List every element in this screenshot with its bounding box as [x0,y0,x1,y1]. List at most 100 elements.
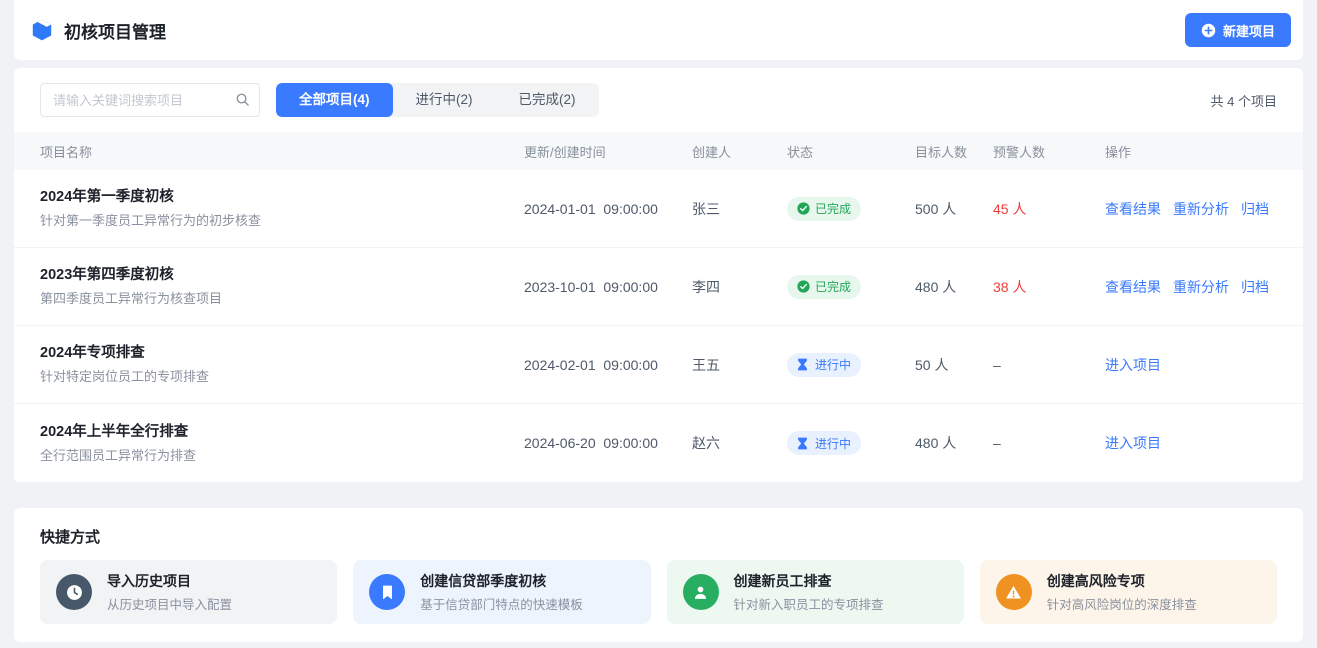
target-count: 500 人 [915,199,993,219]
search-icon[interactable] [235,92,250,107]
col-header-target: 目标人数 [915,142,993,161]
shortcut-card[interactable]: 创建高风险专项 针对高风险岗位的深度排查 [980,560,1277,624]
warning-count: – [993,357,1105,373]
col-header-warning: 预警人数 [993,142,1105,161]
page-title: 初核项目管理 [64,18,166,43]
project-desc: 第四季度员工异常行为核查项目 [40,290,524,308]
col-header-creator: 创建人 [692,142,787,161]
row-actions: 查看结果重新分析归档 [1105,277,1277,297]
tab-completed[interactable]: 已完成(2) [496,83,599,117]
action-link[interactable]: 归档 [1241,277,1269,297]
project-time: 2024-01-01 09:00:00 [524,201,692,217]
col-header-status: 状态 [787,142,915,161]
action-link[interactable]: 查看结果 [1105,277,1161,297]
shortcut-icon-circle [56,574,92,610]
action-link[interactable]: 查看结果 [1105,199,1161,219]
shortcut-desc: 基于信贷部门特点的快速模板 [420,594,583,613]
col-header-name: 项目名称 [40,142,524,161]
shortcut-card[interactable]: 导入历史项目 从历史项目中导入配置 [40,560,337,624]
plus-circle-icon [1201,23,1216,38]
table-row: 2024年第一季度初核 针对第一季度员工异常行为的初步核查 2024-01-01… [14,170,1303,248]
shortcut-title: 导入历史项目 [107,571,232,591]
total-count: 共 4 个项目 [1211,91,1277,110]
col-header-time: 更新/创建时间 [524,142,692,161]
toolbar: 全部项目(4) 进行中(2) 已完成(2) 共 4 个项目 [14,68,1303,132]
project-desc: 针对第一季度员工异常行为的初步核查 [40,212,524,230]
action-link[interactable]: 进入项目 [1105,355,1161,375]
bookmark-icon [379,584,396,601]
clock-icon [66,584,83,601]
shortcut-title: 创建高风险专项 [1047,571,1197,591]
project-name: 2024年专项排查 [40,343,524,363]
table-row: 2023年第四季度初核 第四季度员工异常行为核查项目 2023-10-01 09… [14,248,1303,326]
tab-in-progress[interactable]: 进行中(2) [393,83,496,117]
shortcuts-panel: 快捷方式 导入历史项目 从历史项目中导入配置 [14,508,1303,642]
project-time: 2023-10-01 09:00:00 [524,279,692,295]
action-link[interactable]: 进入项目 [1105,433,1161,453]
warning-count: 45 人 [993,199,1105,219]
shortcut-card[interactable]: 创建信贷部季度初核 基于信贷部门特点的快速模板 [353,560,650,624]
col-header-actions: 操作 [1105,142,1277,161]
target-count: 50 人 [915,355,993,375]
shortcut-desc: 从历史项目中导入配置 [107,594,232,613]
row-actions: 进入项目 [1105,433,1277,453]
project-name: 2024年上半年全行排查 [40,422,524,442]
shortcuts-grid: 导入历史项目 从历史项目中导入配置 创建信贷部季度初核 [40,560,1277,624]
warning-count: 38 人 [993,277,1105,297]
project-tabs: 全部项目(4) 进行中(2) 已完成(2) [276,83,599,117]
projects-panel: 全部项目(4) 进行中(2) 已完成(2) 共 4 个项目 项目名称 更新/创建… [14,68,1303,482]
shortcut-title: 创建信贷部季度初核 [420,571,583,591]
project-creator: 王五 [692,355,787,375]
action-link[interactable]: 重新分析 [1173,199,1229,219]
project-creator: 李四 [692,277,787,297]
status-badge: 进行中 [787,431,861,455]
project-desc: 全行范围员工异常行为排查 [40,447,524,465]
status-badge: 已完成 [787,197,861,221]
action-link[interactable]: 重新分析 [1173,277,1229,297]
target-count: 480 人 [915,277,993,297]
project-creator: 赵六 [692,433,787,453]
status-label: 已完成 [815,278,851,295]
status-check-icon [797,202,810,215]
project-creator: 张三 [692,199,787,219]
warning-count: – [993,435,1105,451]
shortcut-icon-circle [683,574,719,610]
shortcut-desc: 针对新入职员工的专项排查 [734,594,884,613]
status-check-icon [797,280,810,293]
table-body: 2024年第一季度初核 针对第一季度员工异常行为的初步核查 2024-01-01… [14,170,1303,482]
table-row: 2024年专项排查 针对特定岗位员工的专项排查 2024-02-01 09:00… [14,326,1303,404]
search-box [40,83,260,117]
search-input[interactable] [40,83,260,117]
table-row: 2024年上半年全行排查 全行范围员工异常行为排查 2024-06-20 09:… [14,404,1303,482]
shortcuts-title: 快捷方式 [40,526,1277,547]
shortcut-card[interactable]: 创建新员工排查 针对新入职员工的专项排查 [667,560,964,624]
warning-icon [1005,584,1022,601]
row-actions: 进入项目 [1105,355,1277,375]
shortcut-icon-circle [996,574,1032,610]
tab-all-projects[interactable]: 全部项目(4) [276,83,393,117]
project-name: 2024年第一季度初核 [40,187,524,207]
new-project-button[interactable]: 新建项目 [1185,13,1291,47]
app-logo-cube-icon [30,18,54,42]
status-label: 进行中 [815,435,851,452]
shortcut-title: 创建新员工排查 [734,571,884,591]
status-badge: 进行中 [787,353,861,377]
status-label: 已完成 [815,200,851,217]
project-desc: 针对特定岗位员工的专项排查 [40,368,524,386]
page-header: 初核项目管理 新建项目 [14,0,1303,60]
new-project-label: 新建项目 [1223,21,1275,40]
project-name: 2023年第四季度初核 [40,265,524,285]
status-hourglass-icon [797,358,810,371]
shortcut-icon-circle [369,574,405,610]
status-label: 进行中 [815,356,851,373]
row-actions: 查看结果重新分析归档 [1105,199,1277,219]
shortcut-desc: 针对高风险岗位的深度排查 [1047,594,1197,613]
action-link[interactable]: 归档 [1241,199,1269,219]
project-time: 2024-06-20 09:00:00 [524,435,692,451]
target-count: 480 人 [915,433,993,453]
table-header: 项目名称 更新/创建时间 创建人 状态 目标人数 预警人数 操作 [14,132,1303,170]
status-hourglass-icon [797,437,810,450]
person-icon [692,584,709,601]
status-badge: 已完成 [787,275,861,299]
project-time: 2024-02-01 09:00:00 [524,357,692,373]
